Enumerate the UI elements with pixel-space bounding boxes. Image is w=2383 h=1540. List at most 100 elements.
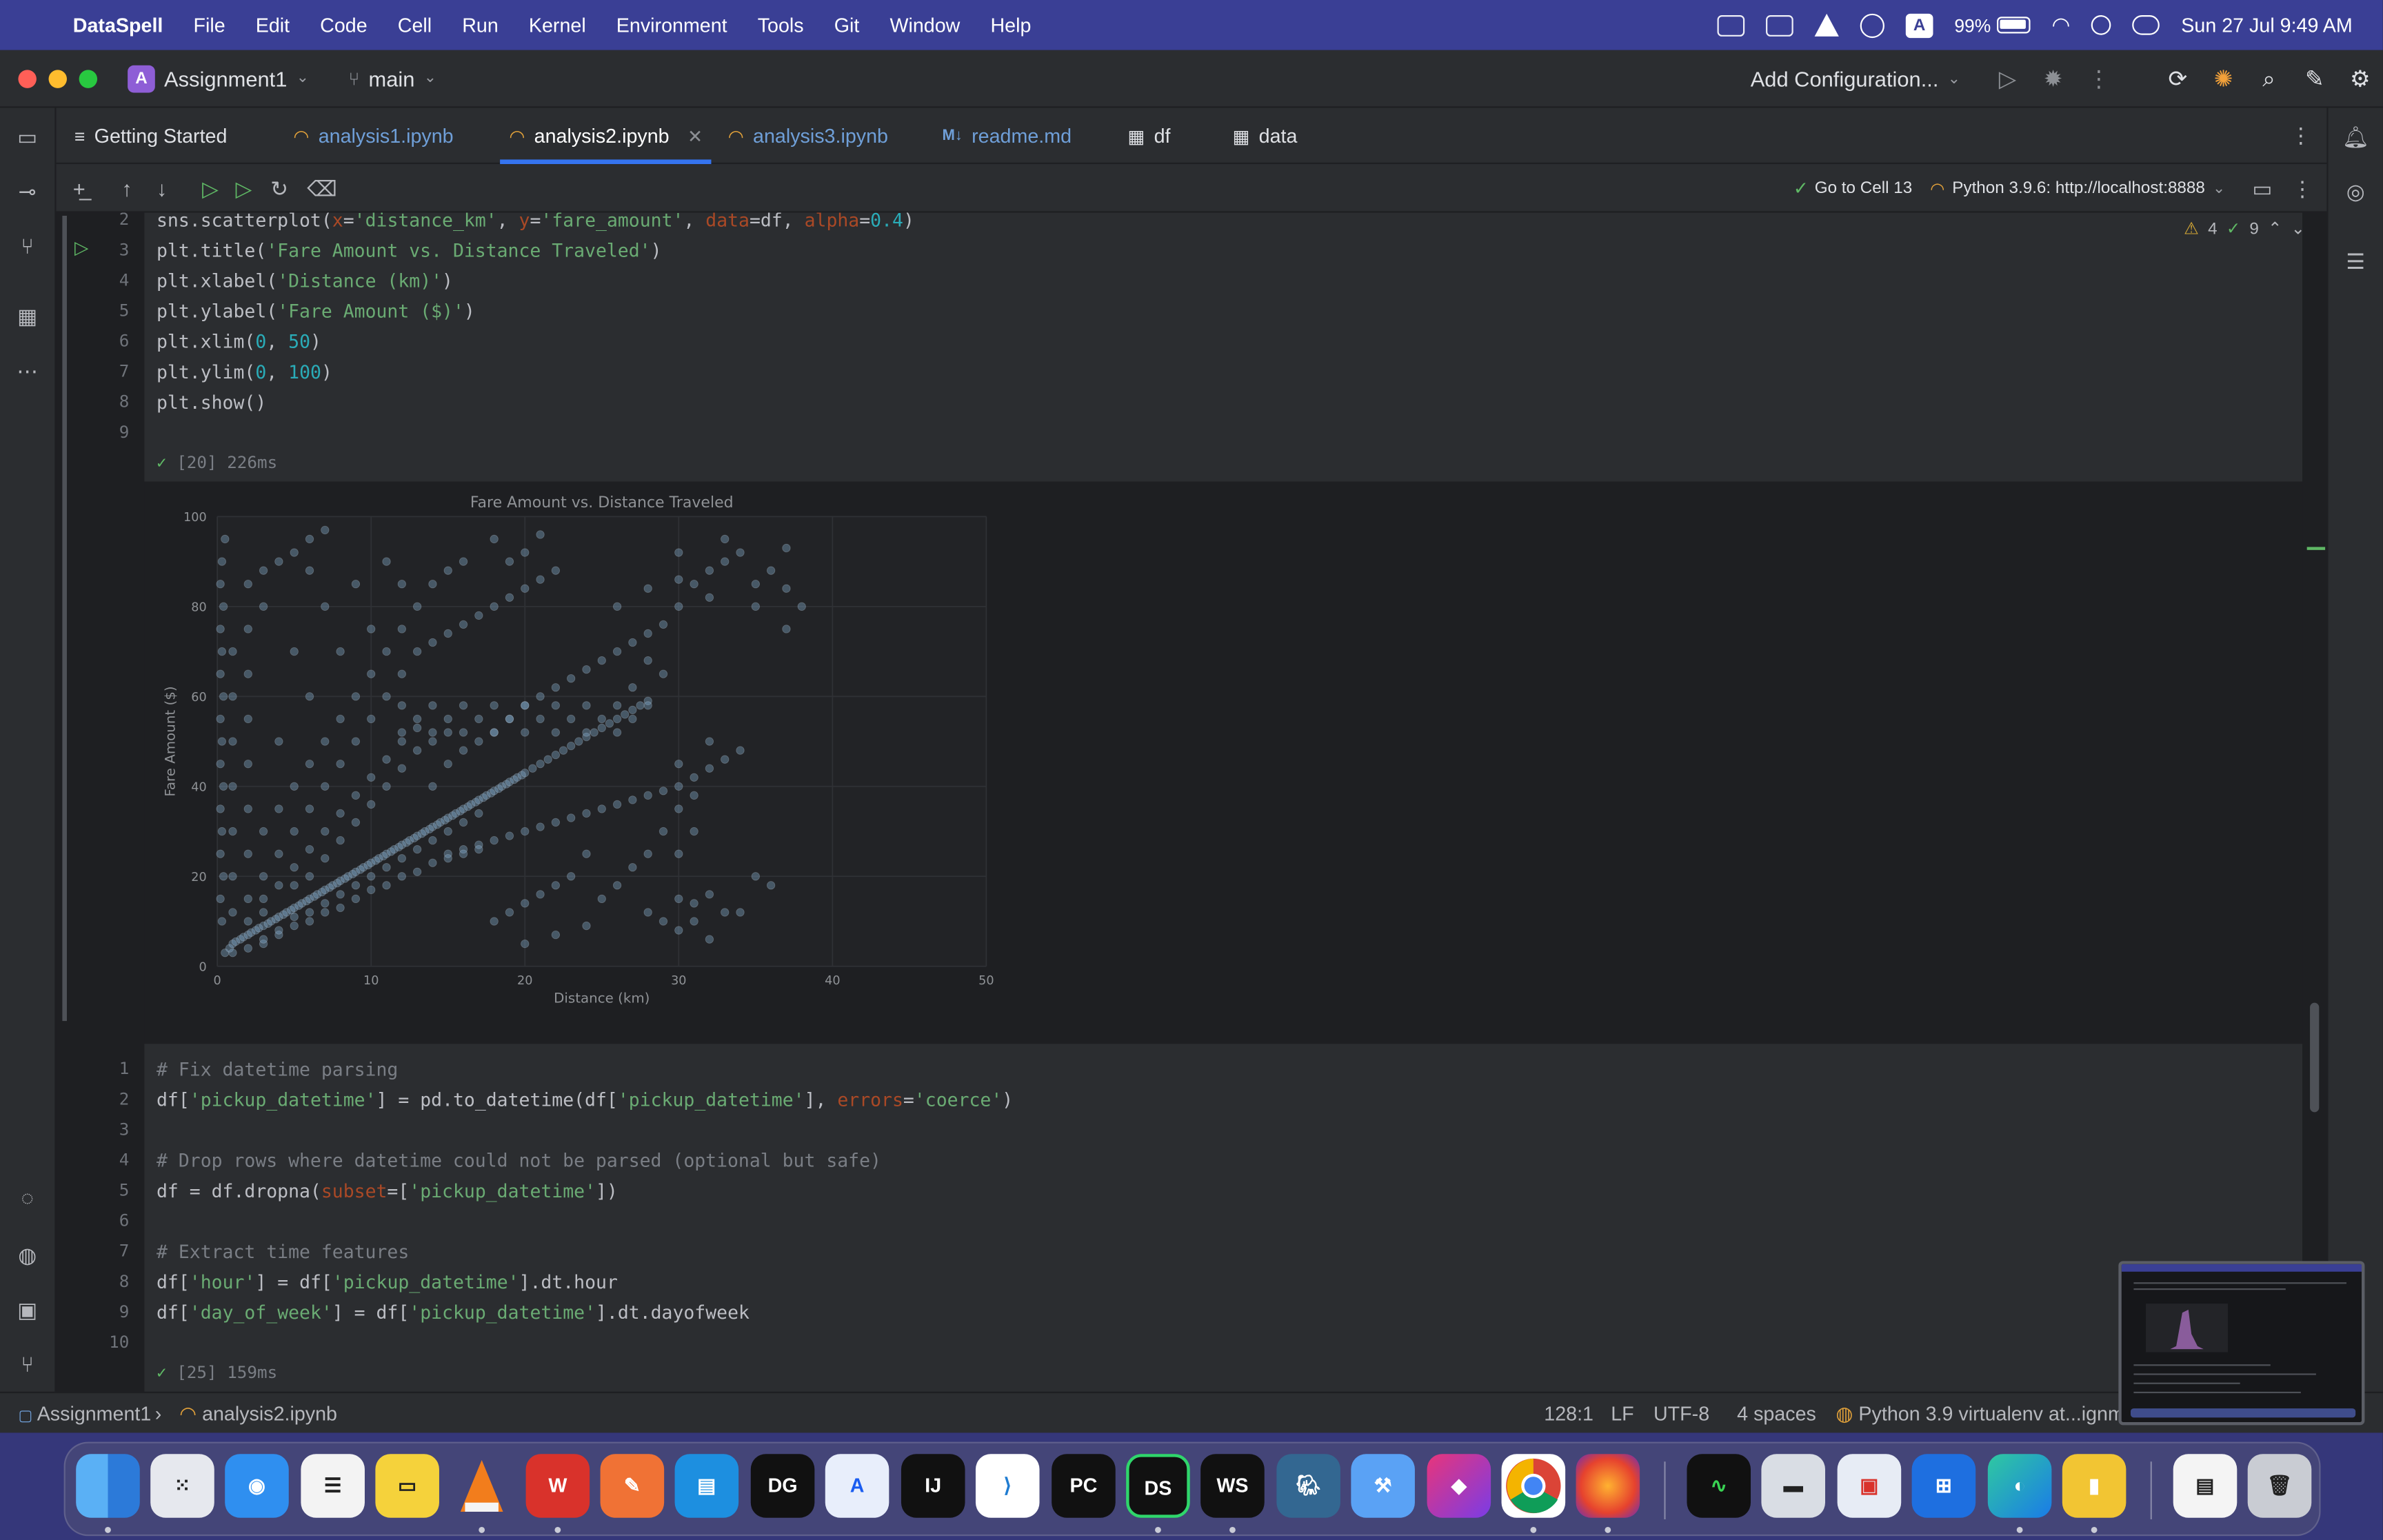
activity-monitor-icon[interactable]: ∿ <box>1687 1454 1751 1518</box>
add-cell-icon[interactable]: +̲ <box>73 164 86 213</box>
menu-help[interactable]: Help <box>990 14 1031 37</box>
menu-window[interactable]: Window <box>889 14 960 37</box>
menu-app-name[interactable]: DataSpell <box>73 14 163 37</box>
run-cell-icon[interactable]: ▷ <box>202 164 219 213</box>
menu-tools[interactable]: Tools <box>758 14 804 37</box>
pen-app-icon[interactable]: ✎ <box>600 1454 665 1518</box>
jupyter-icon[interactable]: ◌ <box>14 1184 41 1211</box>
pycharm-icon[interactable]: PC <box>1052 1454 1116 1518</box>
line-separator[interactable]: LF <box>1611 1393 1633 1435</box>
project-selector[interactable]: A Assignment1 ⌄ <box>128 64 309 92</box>
tab-data[interactable]: ▦ data <box>1232 108 1297 164</box>
python-console-icon[interactable]: ◍ <box>14 1242 41 1269</box>
kernel-selector[interactable]: ◠ Python 3.9.6: http://localhost:8888 ⌄ <box>1930 164 2225 213</box>
minimize-window-button[interactable] <box>48 69 67 88</box>
git-icon[interactable]: ⑂ <box>14 1350 41 1378</box>
breadcrumb-project[interactable]: ▢ Assignment1 <box>18 1393 151 1435</box>
editor-scrollbar[interactable] <box>2310 1002 2320 1113</box>
windows-app-icon[interactable]: ⊞ <box>1911 1454 1976 1518</box>
tab-analysis3[interactable]: ◠ analysis3.ipynb <box>728 108 888 164</box>
docker-icon[interactable]: ▤ <box>674 1454 739 1518</box>
menu-code[interactable]: Code <box>320 14 367 37</box>
app-store-icon[interactable]: A <box>825 1454 889 1518</box>
terminal-icon[interactable]: ▣ <box>14 1296 41 1324</box>
tab-getting-started[interactable]: ≡ Getting Started <box>74 108 227 164</box>
menu-cell[interactable]: Cell <box>398 14 432 37</box>
notes-icon[interactable]: ▭ <box>375 1454 439 1518</box>
code-with-me-icon[interactable]: ✎ <box>2292 65 2337 92</box>
dataspell-icon[interactable]: DS <box>1126 1454 1190 1518</box>
interpreter-selector[interactable]: ◍ Python 3.9 virtualenv at...ignm <box>1836 1393 2124 1435</box>
spark-icon[interactable]: ✺ <box>2200 65 2246 92</box>
pull-requests-icon[interactable]: ⑂ <box>14 232 41 260</box>
maximize-window-button[interactable] <box>79 69 98 88</box>
wps-icon[interactable]: W <box>525 1454 590 1518</box>
chevron-down-icon[interactable]: ⌄ <box>2291 219 2305 239</box>
launchpad-icon[interactable]: ⁙ <box>150 1454 214 1518</box>
screenshot-thumbnail[interactable] <box>2118 1261 2365 1426</box>
tab-analysis1[interactable]: ◠ analysis1.ipynb <box>293 108 453 164</box>
menu-environment[interactable]: Environment <box>616 14 727 37</box>
chevron-up-icon[interactable]: ⌃ <box>2268 219 2282 239</box>
search-everywhere-icon[interactable]: ⌕ <box>2246 66 2292 92</box>
ai-chat-icon[interactable]: ◎ <box>2342 178 2369 205</box>
debug-icon[interactable]: ✹ <box>2031 65 2076 92</box>
run-all-icon[interactable]: ▷ <box>236 164 252 213</box>
run-cell-icon[interactable]: ▷ <box>74 237 88 259</box>
menu-git[interactable]: Git <box>834 14 860 37</box>
documents-folder-icon[interactable]: ▤ <box>2173 1454 2238 1518</box>
trash-icon[interactable]: 🗑︎ <box>2247 1454 2312 1518</box>
file-encoding[interactable]: UTF-8 <box>1653 1393 1709 1435</box>
console-icon[interactable]: ▭ <box>2252 164 2272 213</box>
search-icon[interactable] <box>2091 15 2111 35</box>
restart-kernel-icon[interactable]: ↻ <box>270 164 288 213</box>
chrome-icon[interactable] <box>1501 1454 1566 1518</box>
datagrip-icon[interactable]: DG <box>750 1454 815 1518</box>
apple-icon[interactable] <box>28 13 49 37</box>
more-icon[interactable]: ⋮ <box>2292 164 2313 213</box>
close-tab-icon[interactable]: ✕ <box>687 125 703 147</box>
reminders-icon[interactable]: ☰ <box>301 1454 365 1518</box>
folder-icon[interactable]: ▭ <box>14 123 41 151</box>
go-to-cell-button[interactable]: ✓ Go to Cell 13 <box>1793 164 1912 213</box>
move-up-icon[interactable]: ↑ <box>121 164 132 213</box>
caret-position[interactable]: 128:1 <box>1544 1393 1593 1435</box>
add-configuration-button[interactable]: Add Configuration... ⌄ <box>1751 67 1960 91</box>
tab-analysis2[interactable]: ◠ analysis2.ipynb ✕ <box>500 108 713 165</box>
disk-utility-icon[interactable]: ▬ <box>1761 1454 1826 1518</box>
vlc-icon[interactable] <box>1814 13 1839 37</box>
power-bi-icon[interactable]: ▮ <box>2062 1454 2126 1518</box>
finder-icon[interactable] <box>76 1454 140 1518</box>
ai-assistant-icon[interactable]: ⟳ <box>2155 65 2200 92</box>
cube-app-icon[interactable]: ◆ <box>1427 1454 1491 1518</box>
run-icon[interactable]: ▷ <box>1984 65 2030 92</box>
tab-options-icon[interactable]: ⋮ <box>2290 108 2311 164</box>
tab-df[interactable]: ▦ df <box>1127 108 1170 164</box>
indent-setting[interactable]: 4 spaces <box>1737 1393 1816 1435</box>
inspection-widget[interactable]: ⚠ 4 ✓ 9 ⌃ ⌄ <box>2184 219 2305 239</box>
move-down-icon[interactable]: ↓ <box>157 164 167 213</box>
w-icon[interactable] <box>1766 14 1793 36</box>
notebook-editor[interactable]: ▷ 2 3 4 5 6 7 8 9 sns.scatterplot(x='dis… <box>56 212 2327 1392</box>
tab-readme[interactable]: M↓ readme.md <box>942 108 1072 164</box>
more-icon[interactable]: ⋮ <box>2076 65 2122 92</box>
notifications-icon[interactable]: 🔔︎ <box>2342 123 2369 151</box>
firefox-icon[interactable] <box>1576 1454 1640 1518</box>
commit-icon[interactable]: ⊸ <box>14 178 41 205</box>
intellij-icon[interactable]: IJ <box>901 1454 965 1518</box>
remote-desktop-icon[interactable]: ▣ <box>1837 1454 1902 1518</box>
breadcrumb-file[interactable]: ◠ analysis2.ipynb <box>179 1393 337 1435</box>
play-icon[interactable] <box>1860 12 1884 37</box>
safari-icon[interactable]: ◉ <box>225 1454 289 1518</box>
close-window-button[interactable] <box>18 69 37 88</box>
menu-edit[interactable]: Edit <box>256 14 290 37</box>
menu-clock[interactable]: Sun 27 Jul 9:49 AM <box>2181 14 2353 37</box>
branch-selector[interactable]: ⑂ main ⌄ <box>348 66 436 90</box>
settings-icon[interactable]: ⚙ <box>2337 65 2383 92</box>
vscode-icon[interactable]: ⟩ <box>975 1454 1040 1518</box>
data-view-icon[interactable]: ▦ <box>14 303 41 330</box>
battery-indicator[interactable]: 99% <box>1954 14 2031 36</box>
menu-kernel[interactable]: Kernel <box>529 14 586 37</box>
edge-icon[interactable]: ◐ <box>1987 1454 2052 1518</box>
menu-file[interactable]: File <box>193 14 225 37</box>
